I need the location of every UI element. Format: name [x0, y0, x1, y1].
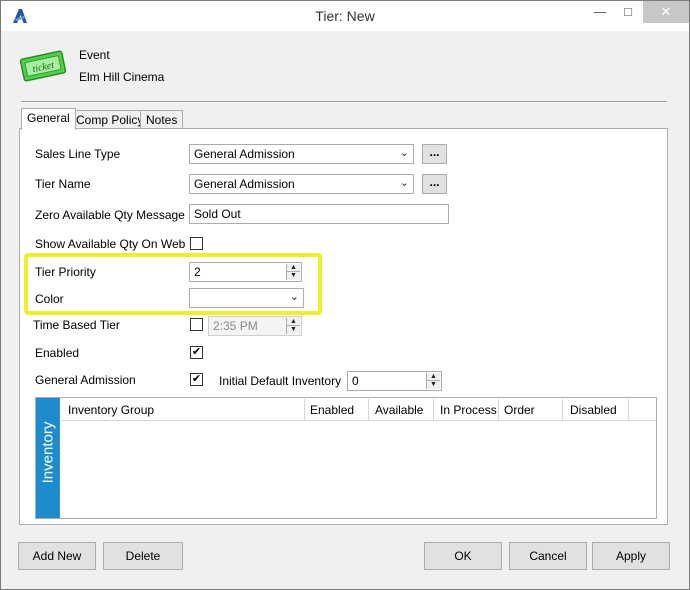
check-icon: ✔: [191, 346, 202, 358]
column-separator: [628, 399, 629, 421]
tier-name-select[interactable]: General Admission ⌄: [189, 174, 414, 194]
sales-line-type-value: General Admission: [194, 147, 295, 161]
minimize-button[interactable]: —: [585, 1, 615, 23]
header-divider: [21, 101, 667, 103]
event-label: Event: [79, 48, 110, 62]
show-qty-on-web-label: Show Available Qty On Web: [35, 237, 186, 251]
tab-comp-policy[interactable]: Comp Policy: [70, 110, 150, 129]
initial-default-inventory-label: Initial Default Inventory: [219, 374, 342, 388]
initial-default-inventory-value: 0: [352, 374, 359, 388]
spin-up-icon[interactable]: ▲: [427, 373, 440, 381]
tier-priority-label: Tier Priority: [35, 265, 96, 279]
delete-button[interactable]: Delete: [103, 542, 183, 570]
show-qty-on-web-checkbox[interactable]: [190, 237, 203, 250]
time-based-tier-time-value: 2:35 PM: [213, 319, 258, 333]
tier-dialog: Tier: New — □ ✕ ticket Event Elm Hill Ci…: [0, 0, 690, 590]
column-header-order[interactable]: Order: [504, 403, 535, 417]
time-based-tier-checkbox[interactable]: [190, 318, 203, 331]
initial-default-inventory-stepper[interactable]: 0 ▲ ▼: [347, 371, 442, 391]
apply-button[interactable]: Apply: [592, 542, 670, 570]
spin-up-icon[interactable]: ▲: [287, 264, 300, 272]
chevron-down-icon: ⌄: [399, 147, 409, 159]
spin-down-icon[interactable]: ▼: [287, 272, 300, 280]
column-separator: [498, 399, 499, 421]
spin-down-icon[interactable]: ▼: [427, 381, 440, 389]
tier-priority-value: 2: [194, 265, 201, 279]
event-header: ticket Event Elm Hill Cinema: [1, 31, 689, 103]
enabled-checkbox[interactable]: ✔: [190, 346, 203, 359]
time-spin-buttons: ▲ ▼: [286, 318, 300, 334]
close-button[interactable]: ✕: [643, 1, 689, 23]
inventory-grid-header: Inventory Group Enabled Available In Pro…: [62, 399, 656, 421]
color-select[interactable]: ⌄: [189, 288, 304, 308]
column-header-inventory-group[interactable]: Inventory Group: [68, 403, 154, 417]
general-admission-checkbox[interactable]: ✔: [190, 373, 203, 386]
inventory-spin-buttons: ▲ ▼: [426, 373, 440, 389]
column-separator: [433, 399, 434, 421]
tab-general[interactable]: General: [21, 108, 76, 130]
enabled-label: Enabled: [35, 346, 80, 360]
chevron-down-icon: ⌄: [289, 291, 299, 303]
time-based-tier-label: Time Based Tier: [33, 318, 120, 332]
inventory-side-tab[interactable]: Inventory: [36, 398, 60, 518]
sales-line-type-browse-button[interactable]: ...: [422, 144, 447, 164]
column-separator: [304, 399, 305, 421]
zero-qty-message-label: Zero Available Qty Message: [35, 208, 185, 222]
spin-down-icon[interactable]: ▼: [287, 326, 300, 334]
tier-name-value: General Admission: [194, 177, 295, 191]
sales-line-type-label: Sales Line Type: [35, 147, 121, 161]
cancel-button[interactable]: Cancel: [509, 542, 587, 570]
tier-priority-spin-buttons: ▲ ▼: [286, 264, 300, 280]
sales-line-type-select[interactable]: General Admission ⌄: [189, 144, 414, 164]
tier-name-label: Tier Name: [35, 177, 91, 191]
check-icon: ✔: [191, 373, 202, 385]
column-header-disabled[interactable]: Disabled: [570, 403, 617, 417]
add-new-button[interactable]: Add New: [18, 542, 96, 570]
tier-priority-stepper[interactable]: 2 ▲ ▼: [189, 262, 302, 282]
inventory-grid: Inventory Inventory Group Enabled Availa…: [35, 397, 657, 519]
zero-qty-message-input[interactable]: Sold Out: [189, 204, 449, 224]
general-admission-label: General Admission: [35, 373, 136, 387]
event-name: Elm Hill Cinema: [79, 70, 165, 84]
ticket-icon: ticket: [19, 50, 67, 82]
tier-name-browse-button[interactable]: ...: [422, 174, 447, 194]
tab-notes[interactable]: Notes: [140, 110, 184, 129]
time-based-tier-time-input[interactable]: 2:35 PM ▲ ▼: [208, 316, 302, 336]
column-header-available[interactable]: Available: [375, 403, 423, 417]
column-header-enabled[interactable]: Enabled: [310, 403, 354, 417]
inventory-side-label: Inventory: [39, 421, 57, 484]
column-header-in-process[interactable]: In Process: [440, 403, 497, 417]
color-label: Color: [35, 292, 64, 306]
column-separator: [368, 399, 369, 421]
spin-up-icon[interactable]: ▲: [287, 318, 300, 326]
maximize-button[interactable]: □: [613, 1, 643, 23]
title-bar: Tier: New — □ ✕: [1, 1, 689, 31]
ok-button[interactable]: OK: [424, 542, 502, 570]
chevron-down-icon: ⌄: [399, 177, 409, 189]
column-separator: [562, 399, 563, 421]
